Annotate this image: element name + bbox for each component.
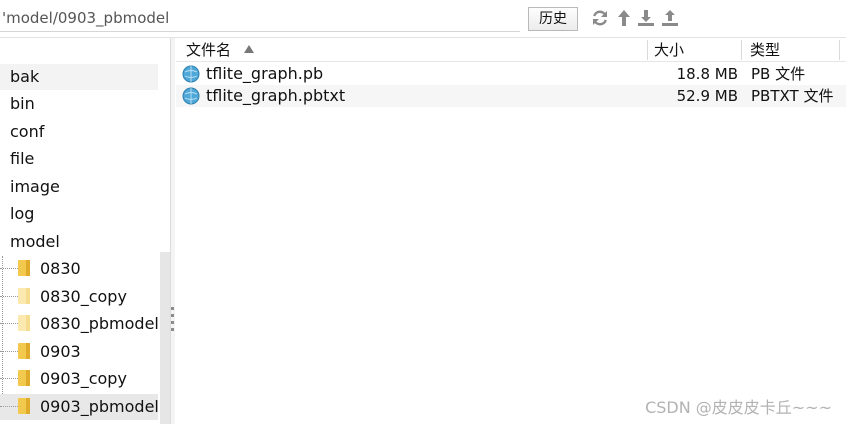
tree-branch: [0, 296, 18, 297]
folder-icon: [18, 398, 30, 414]
table-row[interactable]: tflite_graph.pbtxt 52.9 MB PBTXT 文件: [176, 85, 846, 107]
tree-item-0830[interactable]: 0830: [0, 256, 158, 282]
up-arrow-icon[interactable]: [614, 8, 634, 28]
tree-item-label: 0903: [40, 342, 81, 361]
tree-item-model[interactable]: model: [0, 229, 158, 255]
tree-item-label: 0830: [40, 259, 81, 278]
splitter-grip: [171, 328, 174, 331]
refresh-icon[interactable]: [590, 8, 610, 28]
column-divider[interactable]: [647, 40, 648, 60]
path-bar: 'model/0903_pbmodel 历史: [0, 0, 846, 38]
folder-icon: [18, 315, 30, 331]
tree-item-label: 0903_pbmodel: [40, 397, 159, 416]
splitter-grip: [171, 314, 174, 317]
history-button[interactable]: 历史: [528, 7, 578, 31]
tree-branch: [0, 378, 18, 379]
tree-item-0903-pbmodel[interactable]: 0903_pbmodel: [0, 394, 159, 420]
file-type: PBTXT 文件: [751, 87, 834, 105]
tree-item-log[interactable]: log: [0, 201, 158, 227]
file-icon: [182, 65, 200, 83]
file-list: 文件名 大小 类型 tflite_graph.pb 18.8 MB PB 文件 …: [176, 38, 846, 424]
list-header: 文件名 大小 类型: [176, 38, 846, 62]
folder-icon: [18, 343, 30, 359]
tree-item-conf[interactable]: conf: [0, 119, 158, 145]
splitter-grip: [171, 321, 174, 324]
file-type: PB 文件: [751, 65, 806, 83]
file-name: tflite_graph.pb: [206, 64, 324, 83]
table-row[interactable]: tflite_graph.pb 18.8 MB PB 文件: [176, 63, 846, 85]
file-size: 18.8 MB: [676, 65, 738, 83]
download-icon[interactable]: [636, 8, 656, 28]
path-input[interactable]: 'model/0903_pbmodel: [0, 4, 520, 32]
column-header-name[interactable]: 文件名: [186, 38, 231, 62]
tree-item-label: 0830_copy: [40, 287, 127, 306]
tree-item-0830-copy[interactable]: 0830_copy: [0, 284, 158, 310]
tree-item-0830-pbmodel[interactable]: 0830_pbmodel: [0, 311, 159, 337]
folder-tree: bak bin conf file image log model 0830 0…: [0, 38, 160, 424]
tree-branch: [0, 406, 18, 407]
watermark: CSDN @皮皮皮卡丘~~~: [645, 398, 832, 417]
tree-branch: [0, 323, 18, 324]
sort-ascending-icon: [244, 45, 254, 53]
column-divider[interactable]: [839, 40, 840, 60]
column-header-size[interactable]: 大小: [654, 38, 684, 62]
tree-item-label: 0903_copy: [40, 369, 127, 388]
tree-item-label: 0830_pbmodel: [40, 314, 159, 333]
tree-item-file[interactable]: file: [0, 146, 158, 172]
tree-item-0903-copy[interactable]: 0903_copy: [0, 366, 158, 392]
column-header-type[interactable]: 类型: [750, 38, 780, 62]
tree-item-image[interactable]: image: [0, 174, 158, 200]
upload-icon[interactable]: [660, 8, 680, 28]
tree-item-0903[interactable]: 0903: [0, 339, 158, 365]
tree-scrollbar[interactable]: [160, 252, 170, 424]
file-icon: [182, 87, 200, 105]
splitter-grip: [171, 307, 174, 310]
folder-icon: [18, 370, 30, 386]
folder-icon: [18, 288, 30, 304]
tree-branch: [0, 268, 18, 269]
file-size: 52.9 MB: [676, 87, 738, 105]
tree-item-bak[interactable]: bak: [0, 64, 158, 90]
pane-splitter[interactable]: [170, 38, 175, 424]
file-name: tflite_graph.pbtxt: [206, 86, 346, 105]
column-divider[interactable]: [741, 40, 742, 60]
folder-icon: [18, 260, 30, 276]
tree-branch: [0, 351, 18, 352]
tree-item-bin[interactable]: bin: [0, 91, 158, 117]
